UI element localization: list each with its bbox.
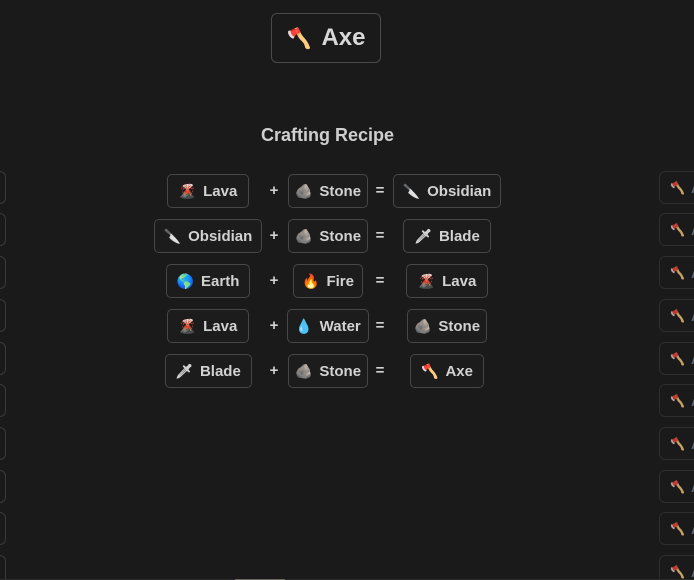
- element-label: Stone: [438, 317, 481, 335]
- element-chip-a[interactable]: 🌋 Lava: [167, 174, 249, 208]
- recipe-row: 🌋 Lava + 💧 Water = 🪨 Stone: [0, 309, 694, 343]
- axe-icon: 🪓: [670, 180, 685, 195]
- axe-icon: 🪓: [670, 564, 685, 579]
- sidebar-element-tile[interactable]: 🪓Axe: [659, 342, 694, 375]
- lava-icon: 🌋: [178, 317, 197, 334]
- recipe-row: 🔪 Obsidian + 🪨 Stone = 🗡 Blade: [0, 219, 694, 253]
- axe-icon: 🪓: [670, 351, 685, 366]
- lava-icon: 🌋: [417, 272, 436, 289]
- sidebar-element-tile[interactable]: 🪓Axe: [659, 299, 694, 332]
- element-chip-a[interactable]: 🌋 Lava: [167, 309, 249, 343]
- water-icon: 💧: [295, 317, 313, 334]
- sidebar-element-tile[interactable]: [0, 384, 6, 417]
- plus-operator: +: [269, 362, 279, 379]
- element-chip-b[interactable]: 🪨 Stone: [288, 174, 368, 208]
- sidebar-element-tile[interactable]: [0, 299, 6, 332]
- sidebar-element-tile[interactable]: 🪓Axe: [659, 256, 694, 289]
- stone-icon: 🪨: [294, 227, 313, 244]
- element-chip-a[interactable]: 🔪 Obsidian: [154, 219, 262, 253]
- crafting-page: 🪓 Axe Crafting Recipe 🌋 Lava + 🪨 Stone = 🔪 Obsi…: [0, 0, 694, 580]
- element-label: Fire: [326, 272, 354, 290]
- recipe-row: 🌎 Earth + 🔥 Fire = 🌋 Lava: [0, 264, 694, 298]
- result-element-label: Axe: [321, 24, 366, 51]
- axe-icon: 🪓: [670, 521, 685, 536]
- element-chip-a[interactable]: 🌎 Earth: [166, 264, 250, 298]
- element-label: Blade: [199, 362, 241, 380]
- sidebar-element-tile[interactable]: [0, 342, 6, 375]
- element-label: Lava: [442, 272, 477, 290]
- plus-operator: +: [269, 182, 279, 199]
- element-label: Obsidian: [427, 182, 492, 200]
- element-label: Axe: [445, 362, 473, 380]
- element-label: Water: [319, 317, 361, 335]
- sidebar-element-tile[interactable]: [0, 555, 6, 580]
- element-label: Stone: [319, 227, 362, 245]
- element-chip-result[interactable]: 🪨 Stone: [407, 309, 487, 343]
- sidebar-element-tile[interactable]: 🪓Axe: [659, 171, 694, 204]
- sidebar-element-tile[interactable]: 🪓Axe: [659, 555, 694, 580]
- axe-icon: 🪓: [421, 362, 439, 379]
- sidebar-element-tile[interactable]: [0, 512, 6, 545]
- element-chip-b[interactable]: 💧 Water: [287, 309, 369, 343]
- equals-operator: =: [375, 227, 385, 244]
- axe-icon: 🪓: [670, 308, 685, 323]
- sidebar-element-tile[interactable]: [0, 470, 6, 503]
- sidebar-element-tile[interactable]: [0, 171, 6, 204]
- element-label: Earth: [201, 272, 240, 290]
- sidebar-element-tile[interactable]: 🪓Axe: [659, 213, 694, 246]
- stone-icon: 🪨: [294, 362, 313, 379]
- equals-operator: =: [375, 317, 385, 334]
- element-chip-result[interactable]: 🪓 Axe: [410, 354, 484, 388]
- sidebar-element-tile[interactable]: [0, 427, 6, 460]
- sidebar-element-tile[interactable]: 🪓Axe: [659, 470, 694, 503]
- result-element-card[interactable]: 🪓 Axe: [271, 13, 381, 63]
- obsidian-icon: 🔪: [402, 182, 421, 199]
- equals-operator: =: [375, 272, 385, 289]
- sidebar-element-tile[interactable]: 🪓Axe: [659, 512, 694, 545]
- element-chip-b[interactable]: 🪨 Stone: [288, 354, 368, 388]
- element-label: Stone: [319, 362, 362, 380]
- axe-icon: 🪓: [670, 265, 685, 280]
- stone-icon: 🪨: [294, 182, 313, 199]
- recipe-row: 🌋 Lava + 🪨 Stone = 🔪 Obsidian: [0, 174, 694, 208]
- obsidian-icon: 🔪: [163, 227, 182, 244]
- fire-icon: 🔥: [302, 272, 320, 289]
- element-chip-result[interactable]: 🗡 Blade: [403, 219, 491, 253]
- sidebar-element-tile[interactable]: 🪓Axe: [659, 384, 694, 417]
- blade-icon: 🗡: [414, 227, 432, 244]
- element-label: Blade: [438, 227, 480, 245]
- element-label: Stone: [319, 182, 362, 200]
- axe-icon: 🪓: [670, 393, 685, 408]
- element-label: Lava: [203, 182, 238, 200]
- equals-operator: =: [375, 362, 385, 379]
- stone-icon: 🪨: [413, 317, 432, 334]
- sidebar-element-tile[interactable]: 🪓Axe: [659, 427, 694, 460]
- axe-icon: 🪓: [670, 479, 685, 494]
- element-label: Lava: [203, 317, 238, 335]
- axe-icon: 🪓: [670, 436, 685, 451]
- element-chip-result[interactable]: 🔪 Obsidian: [393, 174, 501, 208]
- sidebar-element-tile[interactable]: [0, 213, 6, 246]
- element-chip-b[interactable]: 🪨 Stone: [288, 219, 368, 253]
- element-chip-result[interactable]: 🌋 Lava: [406, 264, 488, 298]
- recipe-row: 🗡 Blade + 🪨 Stone = 🪓 Axe: [0, 354, 694, 388]
- equals-operator: =: [375, 182, 385, 199]
- blade-icon: 🗡: [175, 362, 193, 379]
- plus-operator: +: [269, 317, 279, 334]
- crafting-recipe-heading: Crafting Recipe: [260, 125, 395, 145]
- element-label: Obsidian: [188, 227, 253, 245]
- axe-icon: 🪓: [286, 27, 312, 50]
- sidebar-element-tile[interactable]: [0, 256, 6, 289]
- lava-icon: 🌋: [178, 182, 197, 199]
- element-chip-a[interactable]: 🗡 Blade: [164, 354, 252, 388]
- earth-icon: 🌎: [176, 272, 195, 289]
- plus-operator: +: [269, 227, 279, 244]
- element-chip-b[interactable]: 🔥 Fire: [293, 264, 363, 298]
- axe-icon: 🪓: [670, 222, 685, 237]
- plus-operator: +: [269, 272, 279, 289]
